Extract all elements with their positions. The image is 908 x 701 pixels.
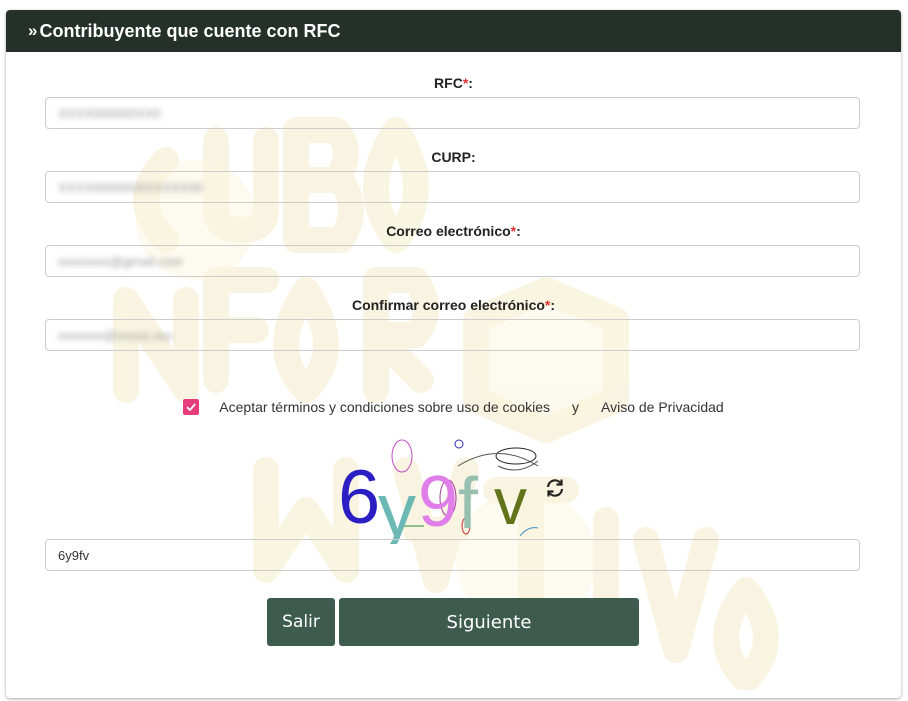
next-button[interactable]: Siguiente [339,598,639,646]
captcha-char-1: 6 [338,455,380,540]
double-chevron-icon: » [28,21,38,40]
check-icon [186,403,197,412]
email-confirm-input[interactable]: xxxxxxx@xxxxx.xxx [45,319,860,351]
email-label: Correo electrónico*: [386,223,521,239]
card-header: » Contribuyente que cuente con RFC [6,10,901,52]
captcha-char-2: y [378,468,416,544]
captcha-char-3: 9 [418,462,458,542]
header-title: Contribuyente que cuente con RFC [39,20,341,41]
curp-label: CURP: [431,149,476,165]
form-card: » Contribuyente que cuente con RFC RFC*:… [6,10,901,698]
rfc-label: RFC*: [434,75,473,91]
email-input[interactable]: xxxxxxxx@gmail.com [45,245,860,277]
terms-conjunction: y [572,399,580,415]
captcha-char-4: f [458,464,479,544]
captcha-image: 6 y 9 f v [338,439,538,544]
terms-link[interactable]: Aceptar términos y condiciones sobre uso… [219,399,550,415]
rfc-input[interactable]: XXXX000000XX0 [45,97,860,129]
exit-button[interactable]: Salir [267,598,335,646]
terms-checkbox[interactable] [183,399,200,415]
curp-input[interactable]: XXXX000000XXXXXX00 [45,171,860,203]
captcha-input[interactable]: 6y9fv [45,539,860,571]
email-confirm-label: Confirmar correo electrónico*: [351,297,556,313]
privacy-link[interactable]: Aviso de Privacidad [601,399,724,415]
refresh-icon[interactable] [544,477,566,499]
captcha-char-5: v [494,464,527,538]
terms-row: Aceptar términos y condiciones sobre uso… [6,397,901,417]
